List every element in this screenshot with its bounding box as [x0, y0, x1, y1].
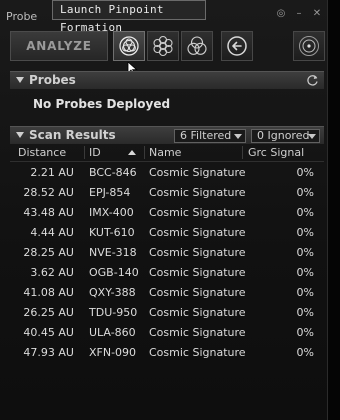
no-probes-message: No Probes Deployed: [33, 97, 171, 111]
row-id: BCC-846: [89, 166, 137, 179]
pinpoint-formation-icon: [119, 36, 139, 56]
back-arrow-icon: [227, 36, 247, 56]
filter-dropdown-label: 6 Filtered: [180, 129, 232, 142]
row-id: TDU-950: [89, 306, 138, 319]
table-row[interactable]: 40.45 AU ULA-860 Cosmic Signature 0%: [10, 323, 324, 343]
window-controls: ◎ – ✕: [276, 9, 322, 19]
map-view-button[interactable]: [293, 31, 325, 61]
column-divider[interactable]: [144, 146, 145, 159]
table-row[interactable]: 28.52 AU EPJ-854 Cosmic Signature 0%: [10, 183, 324, 203]
row-id: IMX-400: [89, 206, 134, 219]
triple-circle-icon: [187, 36, 207, 55]
row-id: KUT-610: [89, 226, 135, 239]
spread-formation-icon: [153, 35, 173, 57]
row-signal: 0%: [296, 306, 314, 319]
row-id: OGB-140: [89, 266, 139, 279]
close-icon[interactable]: ✕: [312, 9, 322, 19]
table-row[interactable]: 47.93 AU XFN-090 Cosmic Signature 0%: [10, 343, 324, 363]
row-signal: 0%: [296, 326, 314, 339]
scan-results-header[interactable]: Scan Results 6 Filtered 0 Ignored: [10, 126, 324, 144]
row-signal: 0%: [296, 226, 314, 239]
map-view-icon: [299, 36, 319, 56]
column-divider[interactable]: [84, 146, 85, 159]
collapse-icon[interactable]: [16, 77, 24, 83]
row-id: QXY-388: [89, 286, 136, 299]
window-title: Probe: [6, 10, 38, 23]
minimize-icon[interactable]: –: [294, 9, 304, 19]
ignored-dropdown[interactable]: 0 Ignored: [251, 129, 320, 143]
background-edge: [328, 0, 340, 420]
column-header-name[interactable]: Name: [149, 146, 181, 159]
column-divider[interactable]: [242, 146, 243, 159]
table-row[interactable]: 4.44 AU KUT-610 Cosmic Signature 0%: [10, 223, 324, 243]
probe-toolbar: ANALYZE: [10, 31, 326, 63]
chevron-down-icon: [234, 134, 242, 139]
tooltip: Launch Pinpoint Formation: [52, 0, 206, 34]
row-distance: 28.25 AU: [23, 246, 74, 259]
probe-scanner-window: Probe Launch Pinpoint Formation ◎ – ✕ AN…: [0, 0, 328, 420]
row-distance: 43.48 AU: [23, 206, 74, 219]
chevron-down-icon: [308, 134, 316, 139]
column-header-id[interactable]: ID: [89, 146, 101, 159]
row-name: Cosmic Signature: [149, 206, 246, 219]
column-header-distance[interactable]: Distance: [18, 146, 66, 159]
row-distance: 41.08 AU: [23, 286, 74, 299]
table-row[interactable]: 26.25 AU TDU-950 Cosmic Signature 0%: [10, 303, 324, 323]
back-button[interactable]: [221, 31, 253, 61]
row-name: Cosmic Signature: [149, 166, 246, 179]
scan-table-header: Distance ID Name Grc Signal: [10, 144, 324, 162]
probes-section-header[interactable]: Probes: [10, 71, 324, 89]
row-name: Cosmic Signature: [149, 346, 246, 359]
row-name: Cosmic Signature: [149, 246, 246, 259]
row-id: XFN-090: [89, 346, 137, 359]
table-row[interactable]: 41.08 AU QXY-388 Cosmic Signature 0%: [10, 283, 324, 303]
row-id: ULA-860: [89, 326, 136, 339]
probes-header-label: Probes: [29, 73, 76, 87]
row-distance: 40.45 AU: [23, 326, 74, 339]
row-name: Cosmic Signature: [149, 226, 246, 239]
refresh-icon[interactable]: [306, 74, 319, 87]
table-row[interactable]: 3.62 AU OGB-140 Cosmic Signature 0%: [10, 263, 324, 283]
table-row[interactable]: 2.21 AU BCC-846 Cosmic Signature 0%: [10, 163, 324, 183]
row-signal: 0%: [296, 206, 314, 219]
sort-ascending-icon: [128, 150, 136, 155]
row-signal: 0%: [296, 246, 314, 259]
row-distance: 4.44 AU: [30, 226, 74, 239]
row-signal: 0%: [296, 186, 314, 199]
row-name: Cosmic Signature: [149, 286, 246, 299]
title-bar[interactable]: Probe Launch Pinpoint Formation ◎ – ✕: [0, 0, 328, 34]
row-distance: 47.93 AU: [23, 346, 74, 359]
row-distance: 3.62 AU: [30, 266, 74, 279]
row-distance: 28.52 AU: [23, 186, 74, 199]
ignored-dropdown-label: 0 Ignored: [257, 129, 310, 142]
table-row[interactable]: 43.48 AU IMX-400 Cosmic Signature 0%: [10, 203, 324, 223]
row-id: EPJ-854: [89, 186, 131, 199]
table-row[interactable]: 28.25 AU NVE-318 Cosmic Signature 0%: [10, 243, 324, 263]
row-name: Cosmic Signature: [149, 326, 246, 339]
row-id: NVE-318: [89, 246, 137, 259]
row-signal: 0%: [296, 286, 314, 299]
row-name: Cosmic Signature: [149, 186, 246, 199]
filter-dropdown[interactable]: 6 Filtered: [174, 129, 246, 143]
row-signal: 0%: [296, 166, 314, 179]
pinpoint-formation-button[interactable]: [113, 31, 145, 61]
settings-icon[interactable]: ◎: [276, 9, 286, 19]
collapse-icon[interactable]: [16, 132, 24, 138]
scan-results-list: 2.21 AU BCC-846 Cosmic Signature 0% 28.52 A…: [10, 163, 324, 363]
column-header-signal[interactable]: Grc Signal: [248, 146, 304, 159]
row-name: Cosmic Signature: [149, 266, 246, 279]
row-signal: 0%: [296, 266, 314, 279]
row-distance: 26.25 AU: [23, 306, 74, 319]
spread-formation-button[interactable]: [147, 31, 179, 61]
scan-results-label: Scan Results: [29, 128, 116, 142]
row-signal: 0%: [296, 346, 314, 359]
row-name: Cosmic Signature: [149, 306, 246, 319]
row-distance: 2.21 AU: [30, 166, 74, 179]
analyze-button[interactable]: ANALYZE: [10, 31, 108, 61]
triple-circle-button[interactable]: [181, 31, 213, 61]
